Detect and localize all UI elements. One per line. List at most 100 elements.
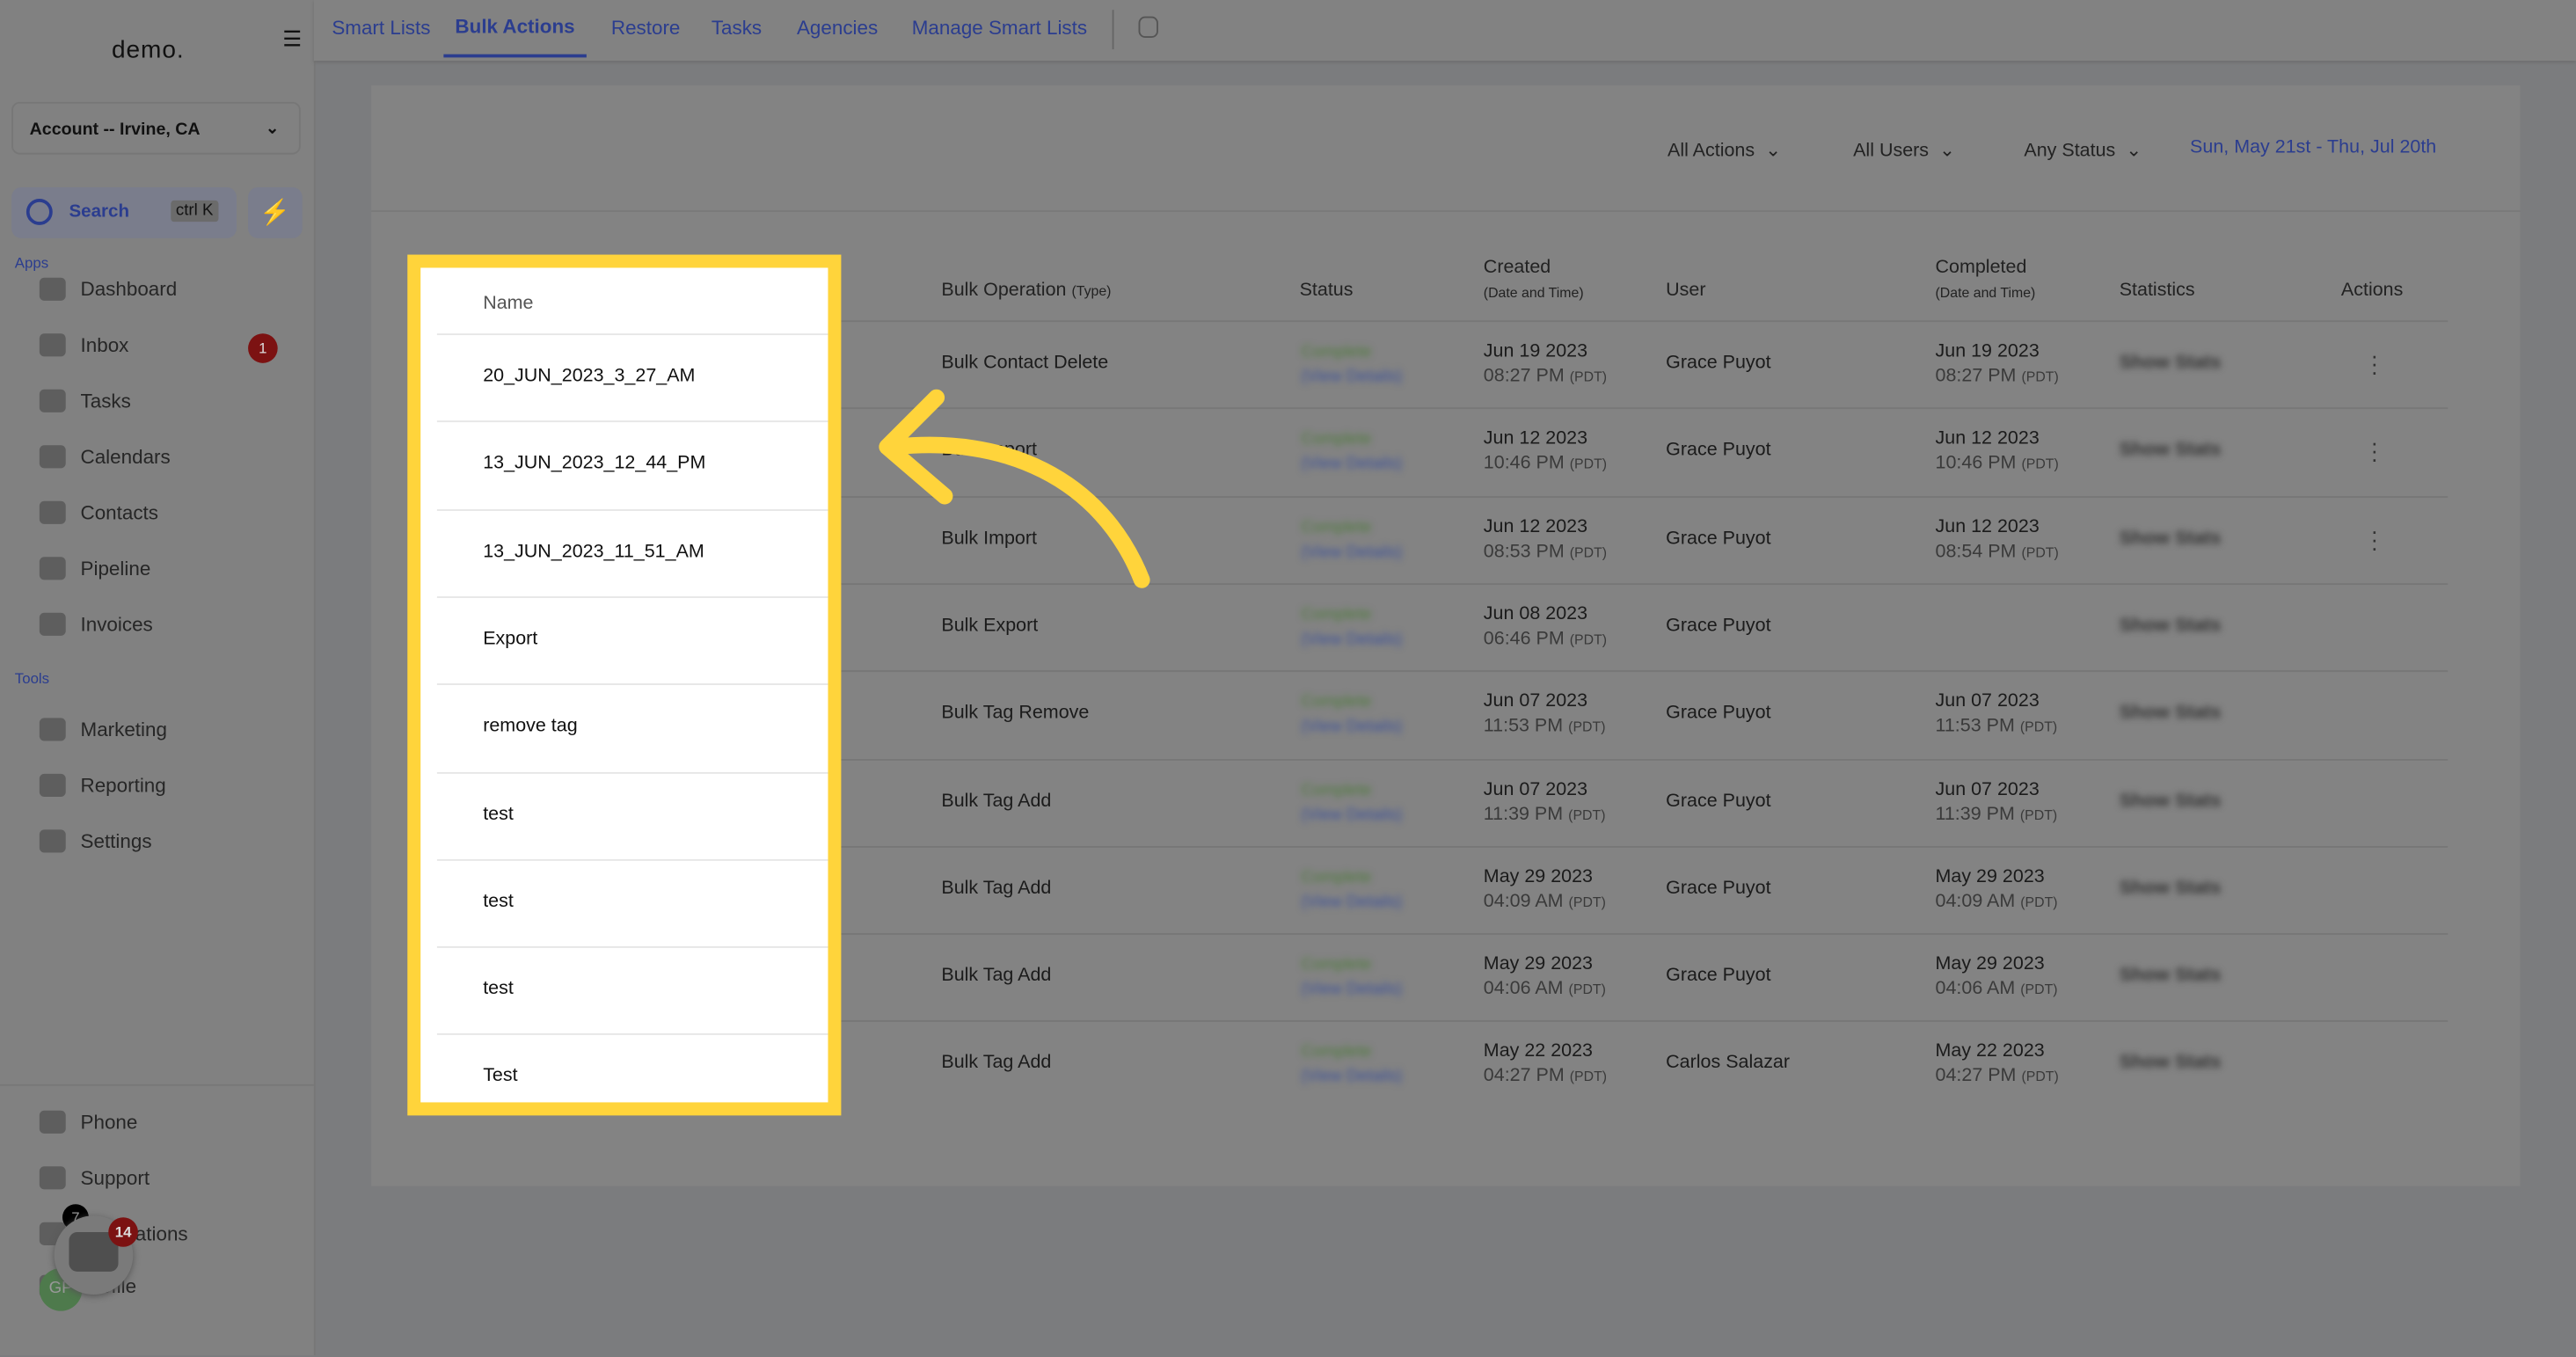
more-actions-icon[interactable]: · · · <box>2371 343 2381 383</box>
status-text: Complete <box>1301 343 1372 361</box>
chat-badge: 14 <box>108 1217 138 1247</box>
search-button[interactable]: Search ctrl K <box>11 186 237 238</box>
tab-manage-smart-lists[interactable]: Manage Smart Lists <box>912 17 1087 40</box>
operation-cell: Bulk Tag Add <box>941 791 1052 811</box>
dashboard-icon <box>39 277 66 301</box>
show-stats-link[interactable]: Show Stats <box>2120 1052 2222 1076</box>
view-details-link[interactable]: (View Details) <box>1301 978 1402 1003</box>
sidebar-item-dashboard[interactable]: Dashboard <box>39 277 177 301</box>
view-details-link[interactable]: (View Details) <box>1301 1065 1402 1090</box>
status-text: Complete <box>1301 518 1372 537</box>
name-text: test <box>483 891 514 912</box>
operation-cell: Bulk Contact Delete <box>941 353 1109 374</box>
show-stats-link[interactable]: Show Stats <box>2120 877 2222 901</box>
sidebar-item-label: Invoices <box>80 612 153 636</box>
shortcut-hint: ctrl K <box>171 200 219 223</box>
sidebar-item-contacts[interactable]: Contacts <box>39 500 158 524</box>
view-details-link[interactable]: (View Details) <box>1301 803 1402 828</box>
tab-agencies[interactable]: Agencies <box>797 17 878 40</box>
name-text: 13_JUN_2023_12_44_PM <box>483 454 706 474</box>
tasks-icon <box>39 389 66 412</box>
status-filter[interactable]: Any Status ⌄ <box>2024 138 2142 161</box>
tab-bulk-actions[interactable]: Bulk Actions <box>443 15 587 58</box>
view-details-link[interactable]: (View Details) <box>1301 890 1402 915</box>
status-cell[interactable]: Complete (View Details) <box>1301 1040 1402 1090</box>
more-actions-icon[interactable]: · · · <box>2371 431 2381 471</box>
show-stats-link[interactable]: Show Stats <box>2120 527 2222 551</box>
name-cell: test <box>436 771 828 860</box>
name-text: 13_JUN_2023_11_51_AM <box>483 541 704 562</box>
sidebar-item-phone[interactable]: Phone <box>39 1110 137 1134</box>
view-details-link[interactable]: (View Details) <box>1301 715 1402 740</box>
tab-tasks[interactable]: Tasks <box>712 17 762 40</box>
created-cell: May 29 2023 04:09 AM (PDT) <box>1483 866 1606 912</box>
sidebar-item-support[interactable]: Support <box>39 1166 150 1190</box>
col-operation: Bulk Operation (Type) <box>941 281 1112 301</box>
sidebar-item-label: Settings <box>80 829 152 853</box>
inbox-badge: 1 <box>248 333 278 363</box>
show-stats-link[interactable]: Show Stats <box>2120 352 2222 376</box>
sidebar-item-settings[interactable]: Settings <box>39 829 152 853</box>
completed-cell: Jun 07 2023 11:53 PM (PDT) <box>1935 691 2058 737</box>
operation-cell: Bulk Tag Remove <box>941 703 1090 724</box>
status-cell[interactable]: Complete (View Details) <box>1301 953 1402 1003</box>
status-cell[interactable]: Complete (View Details) <box>1301 690 1402 740</box>
marketing-icon <box>39 718 66 741</box>
tab-smart-lists[interactable]: Smart Lists <box>332 17 430 40</box>
show-stats-link[interactable]: Show Stats <box>2120 702 2222 726</box>
col-completed: Completed (Date and Time) <box>1935 258 2036 301</box>
actions-filter[interactable]: All Actions ⌄ <box>1667 138 1781 161</box>
completed-cell: May 29 2023 04:06 AM (PDT) <box>1935 954 2058 999</box>
status-cell[interactable]: Complete (View Details) <box>1301 340 1402 390</box>
sidebar-item-invoices[interactable]: Invoices <box>39 612 153 636</box>
name-cell: 13_JUN_2023_12_44_PM <box>436 420 828 510</box>
view-details-link[interactable]: (View Details) <box>1301 627 1402 652</box>
user-cell: Grace Puyot <box>1666 966 1771 986</box>
date-range-picker[interactable]: Sun, May 21st - Thu, Jul 20th <box>2190 138 2436 157</box>
sidebar-item-calendars[interactable]: Calendars <box>39 445 171 469</box>
show-stats-link[interactable]: Show Stats <box>2120 614 2222 638</box>
divider <box>1112 10 1114 50</box>
settings-gear-icon[interactable] <box>1138 16 1158 38</box>
col-statistics: Statistics <box>2119 281 2195 301</box>
created-cell: Jun 07 2023 11:53 PM (PDT) <box>1483 691 1606 737</box>
quick-actions-bolt-icon[interactable]: ⚡ <box>248 186 303 238</box>
chevron-down-icon: ⌄ <box>265 120 280 138</box>
status-text: Complete <box>1301 956 1372 974</box>
sidebar-item-label: Support <box>80 1166 150 1190</box>
view-details-link[interactable]: (View Details) <box>1301 540 1402 565</box>
created-cell: Jun 12 2023 08:53 PM (PDT) <box>1483 516 1608 562</box>
status-text: Complete <box>1301 781 1372 799</box>
more-actions-icon[interactable]: · · · <box>2371 519 2381 558</box>
status-cell[interactable]: Complete (View Details) <box>1301 515 1402 565</box>
status-cell[interactable]: Complete (View Details) <box>1301 427 1402 477</box>
view-details-link[interactable]: (View Details) <box>1301 452 1402 477</box>
show-stats-link[interactable]: Show Stats <box>2120 965 2222 989</box>
sidebar-item-label: Pipeline <box>80 557 151 580</box>
sidebar-item-marketing[interactable]: Marketing <box>39 718 167 741</box>
name-cell: Test <box>436 1033 828 1123</box>
status-cell[interactable]: Complete (View Details) <box>1301 602 1402 652</box>
status-cell[interactable]: Complete (View Details) <box>1301 777 1402 827</box>
name-cell: 13_JUN_2023_11_51_AM <box>436 508 828 597</box>
show-stats-link[interactable]: Show Stats <box>2120 790 2222 814</box>
sidebar-item-pipeline[interactable]: Pipeline <box>39 557 151 580</box>
name-cell: Export <box>436 595 828 685</box>
name-cell: test <box>436 858 828 948</box>
menu-toggle-icon[interactable]: ☰ <box>282 26 305 53</box>
support-icon <box>39 1166 66 1190</box>
status-cell[interactable]: Complete (View Details) <box>1301 865 1402 915</box>
sidebar-item-inbox[interactable]: Inbox <box>39 333 128 357</box>
status-text: Complete <box>1301 868 1372 887</box>
calendars-icon <box>39 445 66 469</box>
show-stats-link[interactable]: Show Stats <box>2120 439 2222 463</box>
users-filter[interactable]: All Users ⌄ <box>1853 138 1955 161</box>
sidebar-item-reporting[interactable]: Reporting <box>39 773 166 797</box>
user-cell: Grace Puyot <box>1666 616 1771 636</box>
view-details-link[interactable]: (View Details) <box>1301 365 1402 390</box>
user-cell: Grace Puyot <box>1666 703 1771 724</box>
created-cell: Jun 19 2023 08:27 PM (PDT) <box>1483 341 1608 386</box>
account-switcher[interactable]: Account -- Irvine, CA ⌄ <box>11 101 301 155</box>
sidebar-item-tasks[interactable]: Tasks <box>39 389 131 412</box>
tab-restore[interactable]: Restore <box>611 17 681 40</box>
